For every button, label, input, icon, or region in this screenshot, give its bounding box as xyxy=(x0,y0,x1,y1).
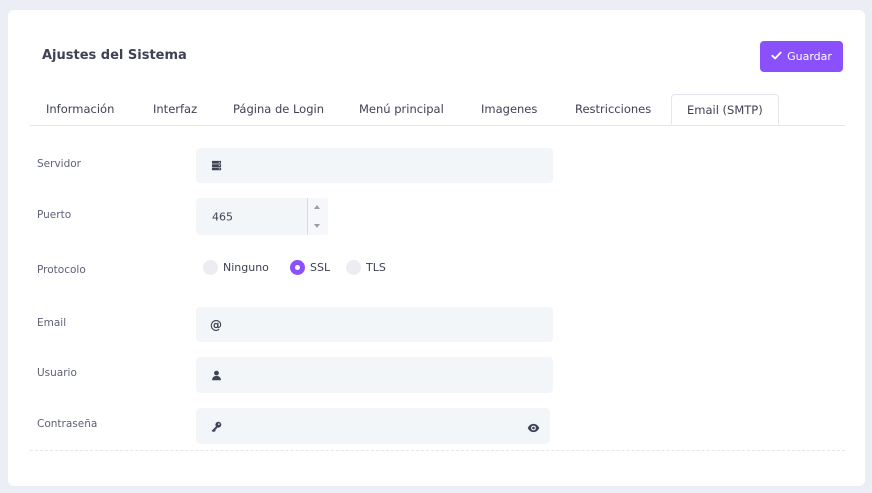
tab-imagenes[interactable]: Imagenes xyxy=(481,94,537,125)
password-field xyxy=(196,408,550,444)
form-footer-divider xyxy=(30,450,845,451)
email-input[interactable] xyxy=(228,307,523,342)
at-icon: @ xyxy=(210,317,222,332)
email-label: Email xyxy=(37,317,67,329)
server-field xyxy=(196,148,553,183)
port-value: 465 xyxy=(212,210,233,223)
tab-pagina-login[interactable]: Página de Login xyxy=(233,94,324,125)
eye-icon[interactable] xyxy=(527,420,540,433)
increment-arrow-icon[interactable] xyxy=(314,205,320,209)
tab-interfaz[interactable]: Interfaz xyxy=(153,94,197,125)
save-button[interactable]: Guardar xyxy=(760,41,843,72)
settings-tabs: Información Interfaz Página de Login Men… xyxy=(30,94,845,126)
decrement-arrow-icon[interactable] xyxy=(314,224,320,228)
save-button-label: Guardar xyxy=(787,50,832,63)
server-icon xyxy=(210,160,222,172)
protocol-option-ninguno[interactable]: Ninguno xyxy=(203,260,269,275)
user-icon xyxy=(210,369,222,381)
tab-informacion[interactable]: Información xyxy=(46,94,114,125)
username-input[interactable] xyxy=(228,357,523,393)
tab-restricciones[interactable]: Restricciones xyxy=(575,94,651,125)
port-spinner[interactable] xyxy=(307,198,328,235)
username-label: Usuario xyxy=(37,367,77,379)
key-icon xyxy=(210,420,222,432)
radio-checked[interactable] xyxy=(290,260,305,275)
settings-card: Ajustes del Sistema Guardar Información … xyxy=(8,10,865,486)
password-input[interactable] xyxy=(228,408,520,444)
radio-unchecked[interactable] xyxy=(346,260,361,275)
check-icon xyxy=(771,50,782,64)
protocol-option-label: SSL xyxy=(310,261,331,274)
protocol-option-label: Ninguno xyxy=(223,261,269,274)
server-label: Servidor xyxy=(37,158,81,170)
server-input[interactable] xyxy=(228,148,523,183)
protocol-option-ssl[interactable]: SSL xyxy=(290,260,330,275)
protocol-option-tls[interactable]: TLS xyxy=(346,260,386,275)
port-label: Puerto xyxy=(37,209,72,221)
radio-unchecked[interactable] xyxy=(203,260,218,275)
email-field: @ xyxy=(196,307,553,342)
port-stepper[interactable]: 465 xyxy=(196,198,328,235)
protocol-label: Protocolo xyxy=(37,264,86,276)
tab-email-smtp[interactable]: Email (SMTP) xyxy=(671,94,779,125)
protocol-option-label: TLS xyxy=(366,261,386,274)
password-label: Contraseña xyxy=(37,418,98,430)
tab-menu-principal[interactable]: Menú principal xyxy=(359,94,444,125)
page-title: Ajustes del Sistema xyxy=(42,48,187,63)
username-field xyxy=(196,357,553,393)
